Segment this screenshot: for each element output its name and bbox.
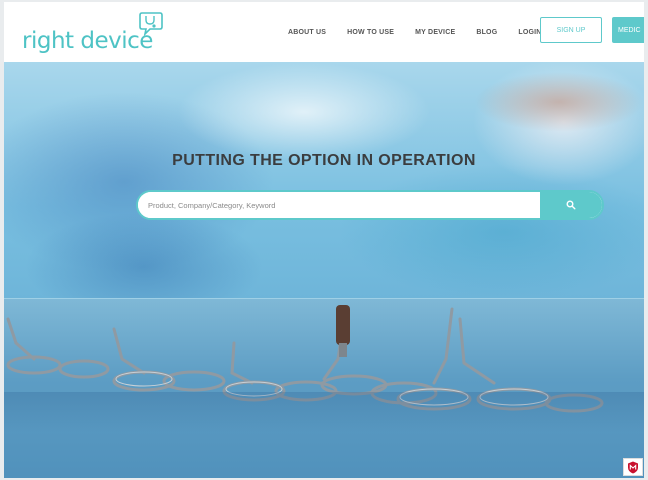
speech-bubble-stethoscope-icon bbox=[139, 12, 163, 37]
site-header: right device ABOUT US HOW TO USE MY DEVI… bbox=[4, 2, 644, 62]
search-button[interactable] bbox=[540, 192, 602, 218]
surgical-tray-image bbox=[4, 298, 644, 478]
search-icon bbox=[566, 200, 576, 210]
nav-how-to-use[interactable]: HOW TO USE bbox=[347, 29, 394, 36]
main-nav: ABOUT US HOW TO USE MY DEVICE BLOG LOGIN bbox=[288, 29, 563, 36]
mcafee-shield-icon bbox=[628, 461, 638, 473]
nav-my-device[interactable]: MY DEVICE bbox=[415, 29, 455, 36]
surgical-instruments-image bbox=[6, 305, 604, 413]
nav-about-us[interactable]: ABOUT US bbox=[288, 29, 326, 36]
search-bar bbox=[136, 190, 604, 220]
mcafee-badge[interactable] bbox=[623, 458, 643, 476]
tray-fold-shadow bbox=[4, 392, 644, 432]
hero-background-surgeon bbox=[474, 72, 644, 132]
nav-login[interactable]: LOGIN bbox=[518, 29, 541, 36]
hero-title: PUTTING THE OPTION IN OPERATION bbox=[172, 152, 476, 169]
signup-button[interactable]: SIGN UP bbox=[540, 17, 602, 43]
site-logo[interactable]: right device bbox=[22, 28, 153, 54]
web-page: right device ABOUT US HOW TO USE MY DEVI… bbox=[4, 2, 644, 478]
medic-button[interactable]: MEDIC bbox=[612, 17, 644, 43]
hero-section: PUTTING THE OPTION IN OPERATION bbox=[4, 62, 644, 478]
nav-blog[interactable]: BLOG bbox=[476, 29, 497, 36]
search-input[interactable] bbox=[138, 192, 540, 218]
